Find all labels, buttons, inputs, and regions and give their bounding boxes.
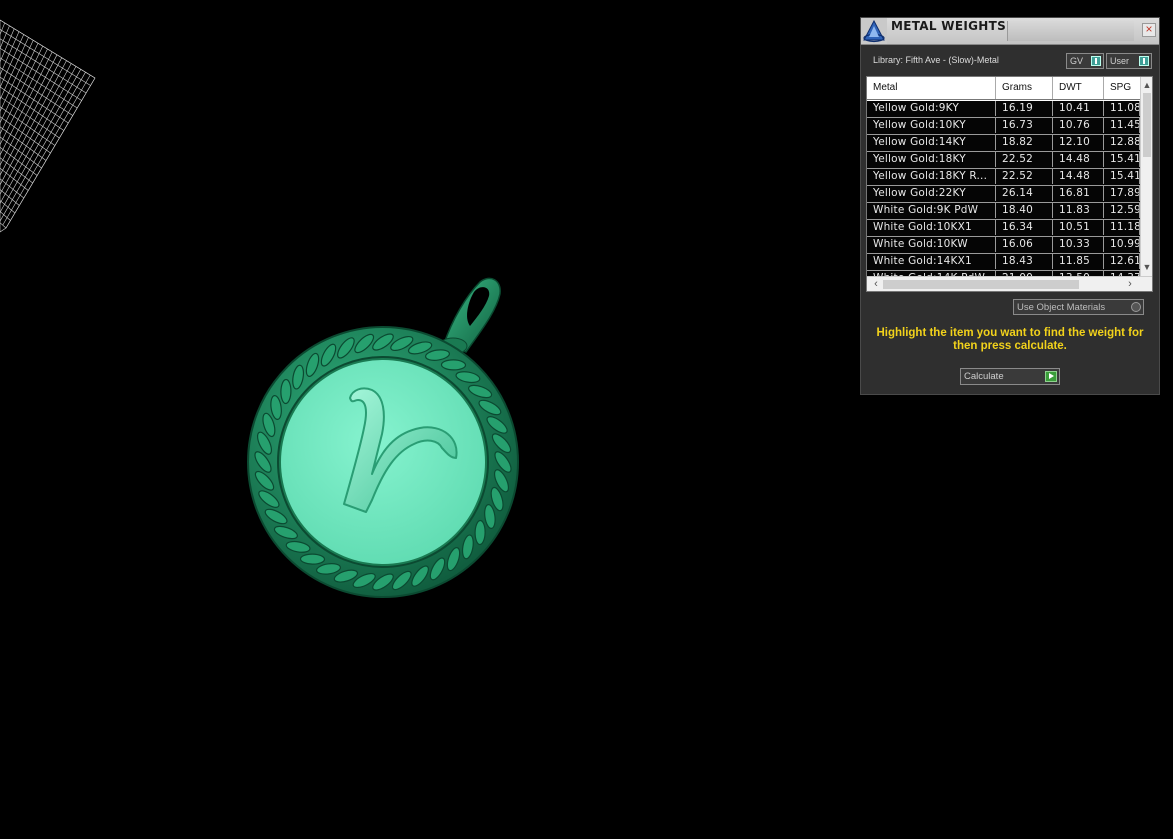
user-toggle[interactable]: User [1106,53,1152,69]
table-row[interactable]: Yellow Gold:9KY 16.19 10.41 11.08 [867,101,1140,118]
panel-title: METAL WEIGHTS [891,19,1007,33]
calculate-button[interactable]: Calculate [960,368,1060,385]
rope-twist [440,359,467,371]
cell-grams: 16.06 [996,237,1053,252]
cell-metal: White Gold:10KX1 [867,220,996,235]
cell-spg: 10.99 [1104,237,1140,252]
cell-spg: 11.18 [1104,220,1140,235]
toggle-switch-icon [1139,56,1149,66]
toggle-switch-icon [1091,56,1101,66]
gv-toggle[interactable]: GV [1066,53,1104,69]
instruction-text: Highlight the item you want to find the … [876,327,1144,352]
cell-dwt: 11.83 [1053,203,1104,218]
cell-dwt: 16.81 [1053,186,1104,201]
cell-dwt: 11.85 [1053,254,1104,269]
scroll-down-icon[interactable]: ▼ [1141,261,1152,273]
scroll-right-icon[interactable]: › [1123,277,1137,291]
cell-spg: 15.41 [1104,152,1140,167]
cell-metal: Yellow Gold:10KY [867,118,996,133]
cell-grams: 22.52 [996,152,1053,167]
cell-metal: White Gold:14KX1 [867,254,996,269]
cell-metal: Yellow Gold:14KY [867,135,996,150]
column-header-spg[interactable]: SPG [1104,77,1140,99]
cell-spg: 12.61 [1104,254,1140,269]
rope-twist [280,378,292,405]
radio-knob-icon [1131,302,1141,312]
cell-metal: Yellow Gold:9KY [867,101,996,116]
close-icon[interactable]: × [1142,23,1156,37]
use-object-materials-toggle[interactable]: Use Object Materials [1013,299,1144,315]
table-row[interactable]: White Gold:14KX1 18.43 11.85 12.61 [867,254,1140,271]
titlebar-tab [1007,21,1134,41]
horizontal-scroll-thumb[interactable] [883,280,1079,289]
pendant-model[interactable] [247,277,519,598]
column-header-dwt[interactable]: DWT [1053,77,1104,99]
cell-dwt: 10.76 [1053,118,1104,133]
table-header: Metal Grams DWT SPG [867,77,1140,100]
cell-spg: 12.59 [1104,203,1140,218]
play-arrow-icon [1045,371,1057,382]
cell-metal: Yellow Gold:18KY R... [867,169,996,184]
table-row[interactable]: White Gold:10KW 16.06 10.33 10.99 [867,237,1140,254]
column-header-metal[interactable]: Metal [867,77,996,99]
calculate-label: Calculate [964,371,1004,382]
gv-toggle-label: GV [1070,56,1084,66]
metal-table: Metal Grams DWT SPG Yellow Gold:9KY 16.19… [866,76,1153,292]
horizontal-scrollbar[interactable]: ‹ › [867,276,1152,291]
cell-spg: 12.88 [1104,135,1140,150]
scroll-left-icon[interactable]: ‹ [869,277,883,291]
cell-grams: 16.34 [996,220,1053,235]
cell-grams: 18.82 [996,135,1053,150]
cell-grams: 16.73 [996,118,1053,133]
rope-twist [474,519,486,546]
user-toggle-label: User [1110,56,1130,66]
library-label: Library: Fifth Ave - (Slow)-Metal [873,55,999,65]
cell-grams: 18.40 [996,203,1053,218]
table-row[interactable]: Yellow Gold:14KY 18.82 12.10 12.88 [867,135,1140,152]
cell-dwt: 10.51 [1053,220,1104,235]
table-row[interactable]: Yellow Gold:10KY 16.73 10.76 11.45 [867,118,1140,135]
vertical-scrollbar[interactable]: ▲ ▼ [1140,77,1152,276]
cell-grams: 16.19 [996,101,1053,116]
cell-metal: Yellow Gold:18KY [867,152,996,167]
cell-grams: 22.52 [996,169,1053,184]
table-row[interactable]: White Gold:9K PdW 18.40 11.83 12.59 [867,203,1140,220]
use-object-materials-label: Use Object Materials [1017,302,1106,313]
table-row[interactable]: Yellow Gold:22KY 26.14 16.81 17.89 [867,186,1140,203]
cell-metal: Yellow Gold:22KY [867,186,996,201]
cell-metal: White Gold:9K PdW [867,203,996,218]
cell-spg: 11.45 [1104,118,1140,133]
cell-spg: 15.41 [1104,169,1140,184]
cell-grams: 26.14 [996,186,1053,201]
cell-spg: 11.08 [1104,101,1140,116]
cell-dwt: 10.33 [1053,237,1104,252]
cell-dwt: 10.41 [1053,101,1104,116]
metal-weights-panel: METAL WEIGHTS × Library: Fifth Ave - (Sl… [860,17,1160,395]
table-row[interactable]: White Gold:10KX1 16.34 10.51 11.18 [867,220,1140,237]
column-header-grams[interactable]: Grams [996,77,1053,99]
cell-dwt: 14.48 [1053,169,1104,184]
vertical-scroll-thumb[interactable] [1143,93,1151,157]
ground-grid [0,19,96,233]
table-row[interactable]: Yellow Gold:18KY R... 22.52 14.48 15.41 [867,169,1140,186]
scroll-up-icon[interactable]: ▲ [1141,79,1152,91]
cell-spg: 17.89 [1104,186,1140,201]
cell-dwt: 14.48 [1053,152,1104,167]
rope-twist [299,553,326,565]
cell-grams: 18.43 [996,254,1053,269]
panel-titlebar[interactable]: METAL WEIGHTS × [861,18,1159,45]
table-body: Yellow Gold:9KY 16.19 10.41 11.08 Yellow Go… [867,101,1140,288]
table-row[interactable]: Yellow Gold:18KY 22.52 14.48 15.41 [867,152,1140,169]
cell-dwt: 12.10 [1053,135,1104,150]
cell-metal: White Gold:10KW [867,237,996,252]
app-logo-icon [861,18,887,44]
